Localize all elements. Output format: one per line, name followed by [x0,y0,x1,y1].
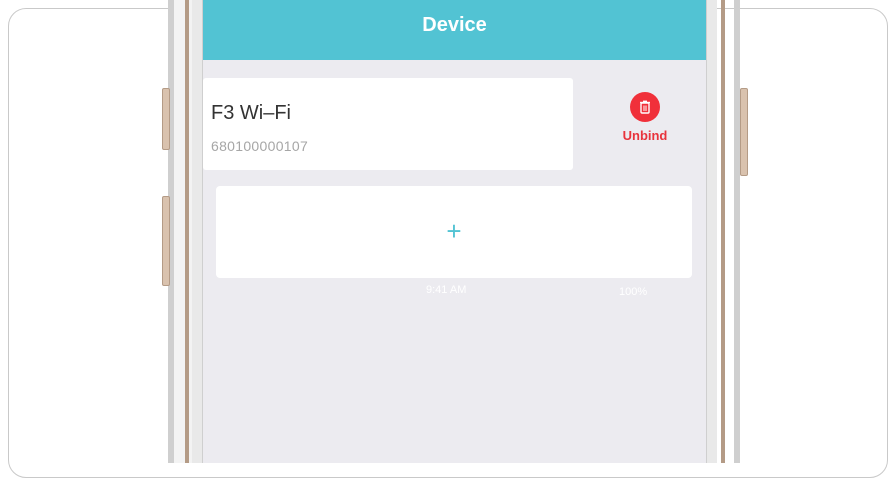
volume-up-button [162,88,170,150]
device-name: F3 Wi–Fi [211,102,291,124]
device-list-item[interactable]: F3 Wi–Fi 680100000107 Unbind [203,78,706,170]
app-screen: Device F3 Wi–Fi 680100000107 Unbind + 9:… [203,0,706,463]
device-card[interactable]: F3 Wi–Fi 680100000107 [203,78,573,170]
volume-down-button [162,196,170,286]
phone-mockup: Device F3 Wi–Fi 680100000107 Unbind + 9:… [162,0,748,463]
power-button [740,88,748,176]
phone-bezel-right-trim [721,0,725,463]
phone-bezel-left-trim [185,0,189,463]
unbind-label: Unbind [622,128,668,143]
unbind-button[interactable]: Unbind [615,92,675,152]
nav-bar: Device [203,0,706,60]
phone-bezel-left-highlight [174,0,192,463]
trash-icon [630,92,660,122]
status-time: 9:41 AM [426,284,467,296]
phone-bezel-right-inner [706,0,717,463]
page-title: Device [422,13,487,36]
add-device-button[interactable]: + [216,186,692,278]
phone-bezel-right [734,0,740,463]
phone-bezel-left-inner [192,0,203,463]
device-id: 680100000107 [211,138,309,154]
plus-icon: + [446,216,462,246]
status-battery: 100% [619,286,648,298]
